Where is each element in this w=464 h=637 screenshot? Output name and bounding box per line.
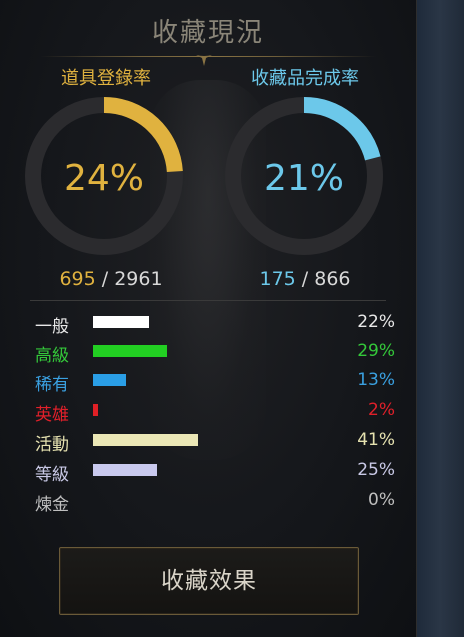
item-registration-current: 695 [59, 268, 96, 290]
category-label: 英雄 [35, 405, 69, 425]
collection-completion-label: 收藏品完成率 [251, 68, 359, 89]
category-label: 煉金 [35, 495, 69, 515]
collection-status-panel: 收藏現況 道具登錄率 24% 695 / 2961 收藏品完成率 21% 175… [0, 0, 417, 637]
category-label: 一般 [35, 317, 69, 337]
count-separator: / [101, 268, 109, 290]
title-ornament-icon [196, 55, 212, 66]
collection-completion-counts: 175 / 866 [220, 268, 390, 290]
category-bar [93, 404, 98, 416]
collection-completion-ring-fill [303, 97, 381, 161]
category-percent: 0% [368, 490, 395, 510]
category-bar [93, 464, 157, 476]
stats-divider [30, 300, 386, 301]
item-registration-counts: 695 / 2961 [26, 268, 196, 290]
category-bar [93, 434, 198, 446]
collection-completion-current: 175 [259, 268, 296, 290]
category-percent: 22% [357, 312, 395, 332]
category-percent: 25% [357, 460, 395, 480]
category-bar [93, 345, 167, 357]
category-percent: 13% [357, 370, 395, 390]
category-percent: 29% [357, 341, 395, 361]
collection-completion-percent: 21% [263, 158, 344, 199]
category-label: 活動 [35, 435, 69, 455]
item-registration-total: 2961 [114, 268, 163, 290]
panel-title: 收藏現況 [151, 18, 264, 48]
category-label: 等級 [35, 465, 69, 485]
collection-effect-button[interactable]: 收藏效果 [59, 547, 359, 615]
category-percent: 2% [368, 400, 395, 420]
category-label: 高級 [35, 346, 69, 366]
item-registration-label: 道具登錄率 [61, 68, 151, 89]
category-bar [93, 374, 126, 386]
collection-completion-total: 866 [314, 268, 351, 290]
category-percent: 41% [357, 430, 395, 450]
category-label: 稀有 [35, 375, 69, 395]
item-registration-percent: 24% [63, 158, 144, 199]
count-separator: / [301, 268, 309, 290]
background-strip [416, 0, 464, 637]
category-bar [93, 316, 149, 328]
